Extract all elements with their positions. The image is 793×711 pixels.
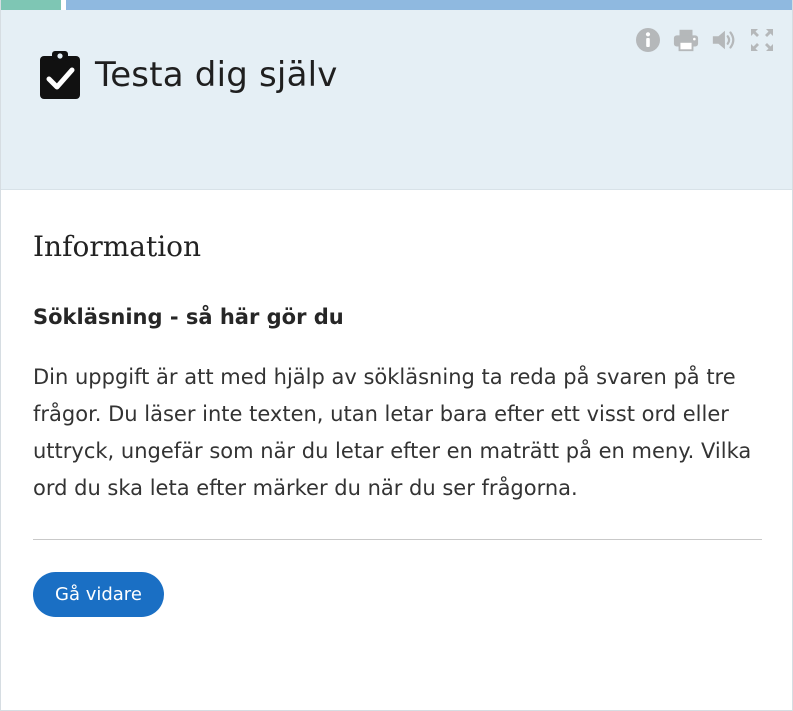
- info-icon[interactable]: [634, 26, 662, 54]
- exercise-panel: Testa dig själv Information Sökläsning -…: [0, 0, 793, 711]
- panel-content: Information Sökläsning - så här gör du D…: [33, 190, 763, 617]
- progress-bar: [1, 0, 792, 10]
- progress-bar-gap: [61, 0, 66, 10]
- section-heading: Information: [33, 230, 202, 263]
- divider: [33, 539, 762, 540]
- instruction-text: Din uppgift är att med hjälp av sökläsni…: [33, 365, 752, 500]
- print-icon[interactable]: [672, 26, 700, 54]
- speaker-icon[interactable]: [710, 26, 738, 54]
- progress-bar-fill: [1, 0, 61, 10]
- continue-button[interactable]: Gå vidare: [33, 572, 164, 617]
- clipboard-check-icon: [39, 50, 81, 100]
- title-row: Testa dig själv: [39, 50, 338, 100]
- fullscreen-icon[interactable]: [748, 26, 776, 54]
- instruction-heading: Sökläsning - så här gör du: [33, 305, 344, 329]
- toolbar: [634, 26, 776, 54]
- panel-header: Testa dig själv: [1, 10, 792, 190]
- page-title: Testa dig själv: [95, 55, 338, 95]
